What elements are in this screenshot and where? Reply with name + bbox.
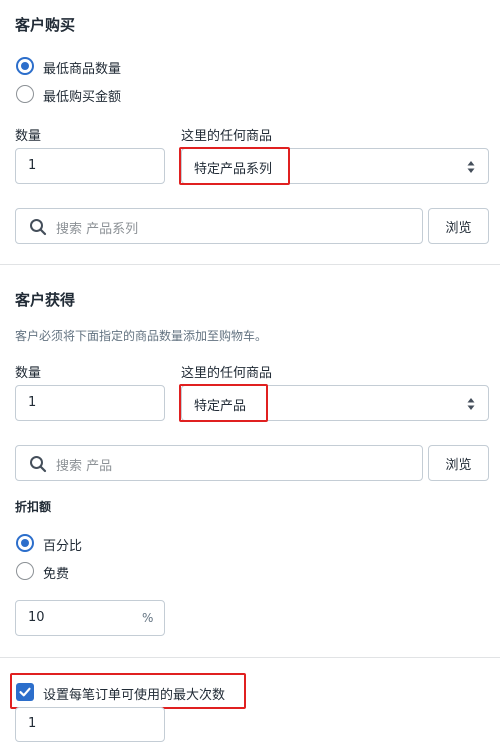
get-description: 客户必须将下面指定的商品数量添加至购物车。 xyxy=(15,329,268,343)
get-section-title: 客户获得 xyxy=(15,291,76,309)
buy-qty-input[interactable]: 1 xyxy=(15,148,165,184)
radio-percent-label: 百分比 xyxy=(43,539,83,554)
get-search-input[interactable]: 搜索 产品 xyxy=(15,445,423,481)
max-uses-input[interactable]: 1 xyxy=(15,707,165,742)
buy-items-label: 这里的任何商品 xyxy=(181,129,273,144)
buy-search-placeholder: 搜索 产品系列 xyxy=(56,222,139,237)
buy-search-input[interactable]: 搜索 产品系列 xyxy=(15,208,423,244)
get-qty-label: 数量 xyxy=(15,366,42,381)
buy-section-title: 客户购买 xyxy=(15,16,76,34)
get-browse-button[interactable]: 浏览 xyxy=(428,445,489,481)
buy-qty-label: 数量 xyxy=(15,129,42,144)
max-uses-value: 1 xyxy=(28,716,37,731)
get-qty-input[interactable]: 1 xyxy=(15,385,165,421)
get-select-highlight xyxy=(179,384,268,422)
buy-browse-button[interactable]: 浏览 xyxy=(428,208,489,244)
discount-value-input[interactable]: 10 % xyxy=(15,600,165,636)
section-divider xyxy=(0,264,500,265)
radio-min-amount-label: 最低购买金额 xyxy=(43,90,122,105)
discount-label: 折扣额 xyxy=(15,500,52,514)
max-uses-highlight xyxy=(10,673,246,709)
search-icon xyxy=(30,219,47,236)
percent-suffix: % xyxy=(142,611,154,625)
section-divider xyxy=(0,657,500,658)
select-arrows-icon xyxy=(467,161,475,173)
radio-min-qty-label: 最低商品数量 xyxy=(43,62,122,77)
radio-free-label: 免费 xyxy=(43,567,70,582)
buy-select-highlight xyxy=(179,147,290,185)
buy-qty-value: 1 xyxy=(28,158,37,173)
radio-percent[interactable] xyxy=(16,534,34,552)
discount-value: 10 xyxy=(28,610,45,625)
search-icon xyxy=(30,456,47,473)
get-search-placeholder: 搜索 产品 xyxy=(56,459,113,474)
radio-free[interactable] xyxy=(16,562,34,580)
radio-min-qty[interactable] xyxy=(16,57,34,75)
get-qty-value: 1 xyxy=(28,395,37,410)
get-items-label: 这里的任何商品 xyxy=(181,366,273,381)
radio-min-amount[interactable] xyxy=(16,85,34,103)
select-arrows-icon xyxy=(467,398,475,410)
